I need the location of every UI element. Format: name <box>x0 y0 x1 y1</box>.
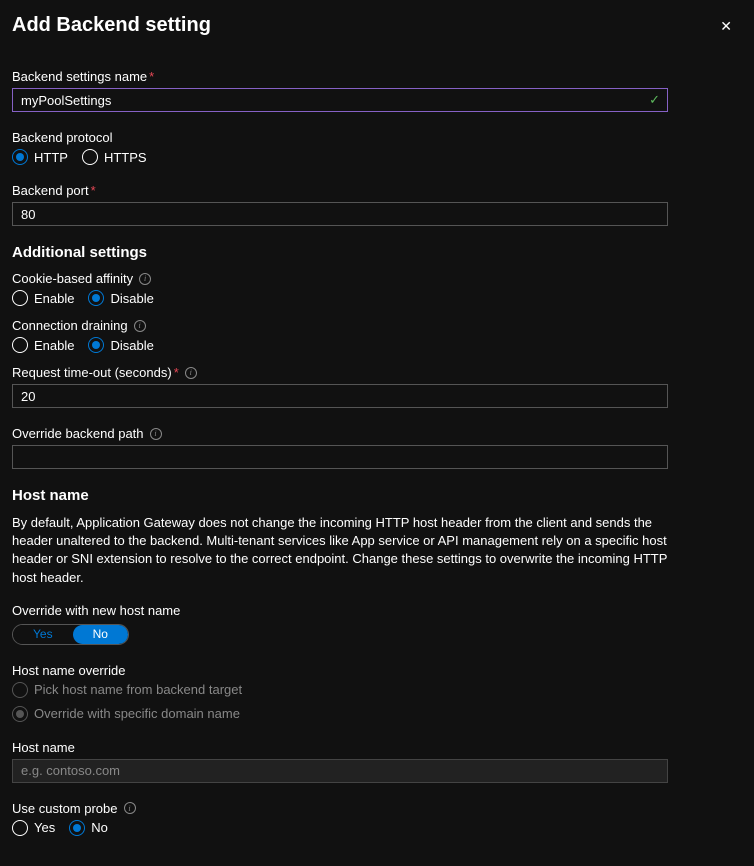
pick-from-backend-radio: Pick host name from backend target <box>12 682 742 698</box>
checkmark-icon: ✓ <box>649 92 660 108</box>
cookie-disable-radio[interactable]: Disable <box>88 290 153 306</box>
backend-port-field: Backend port * <box>12 183 742 226</box>
cookie-disable-label: Disable <box>110 291 153 306</box>
hostname-input <box>12 759 668 783</box>
info-icon[interactable]: i <box>185 367 197 379</box>
pick-from-backend-label: Pick host name from backend target <box>34 682 242 697</box>
panel-title: Add Backend setting <box>12 14 211 37</box>
draining-enable-radio[interactable]: Enable <box>12 337 74 353</box>
radio-icon <box>12 820 28 836</box>
connection-draining-label: Connection draining <box>12 318 128 333</box>
override-backend-path-input[interactable] <box>12 445 668 469</box>
hostname-input-field: Host name <box>12 740 742 783</box>
override-new-hostname-field: Override with new host name Yes No <box>12 603 742 645</box>
additional-settings-heading: Additional settings <box>12 244 742 261</box>
radio-icon <box>12 290 28 306</box>
settings-name-input[interactable] <box>12 88 668 112</box>
probe-yes-radio[interactable]: Yes <box>12 820 55 836</box>
radio-icon <box>88 290 104 306</box>
info-icon[interactable]: i <box>124 802 136 814</box>
protocol-https-radio[interactable]: HTTPS <box>82 149 147 165</box>
specific-domain-radio: Override with specific domain name <box>12 706 742 722</box>
cookie-enable-radio[interactable]: Enable <box>12 290 74 306</box>
hostname-override-field: Host name override Pick host name from b… <box>12 663 742 722</box>
close-icon[interactable]: ✕ <box>716 14 736 39</box>
info-icon[interactable]: i <box>150 428 162 440</box>
settings-name-label: Backend settings name <box>12 69 147 84</box>
custom-probe-label: Use custom probe <box>12 801 118 816</box>
required-marker: * <box>149 69 154 84</box>
info-icon[interactable]: i <box>139 273 151 285</box>
cookie-affinity-field: Cookie-based affinity i Enable Disable <box>12 271 742 306</box>
info-icon[interactable]: i <box>134 320 146 332</box>
panel-content: Backend settings name * ✓ Backend protoc… <box>0 45 754 866</box>
backend-port-input[interactable] <box>12 202 668 226</box>
cookie-enable-label: Enable <box>34 291 74 306</box>
request-timeout-field: Request time-out (seconds) * i <box>12 365 742 408</box>
required-marker: * <box>174 365 179 380</box>
protocol-https-label: HTTPS <box>104 150 147 165</box>
request-timeout-label: Request time-out (seconds) <box>12 365 172 380</box>
protocol-http-label: HTTP <box>34 150 68 165</box>
hostname-input-label: Host name <box>12 740 75 755</box>
radio-icon <box>88 337 104 353</box>
override-new-hostname-toggle[interactable]: Yes No <box>12 624 129 645</box>
required-marker: * <box>91 183 96 198</box>
backend-protocol-label: Backend protocol <box>12 130 112 145</box>
cookie-affinity-label: Cookie-based affinity <box>12 271 133 286</box>
hostname-override-label: Host name override <box>12 663 125 678</box>
backend-port-label: Backend port <box>12 183 89 198</box>
draining-disable-label: Disable <box>110 338 153 353</box>
panel-header: Add Backend setting ✕ <box>0 0 754 45</box>
radio-icon <box>82 149 98 165</box>
draining-disable-radio[interactable]: Disable <box>88 337 153 353</box>
hostname-description: By default, Application Gateway does not… <box>12 514 672 587</box>
radio-icon <box>12 706 28 722</box>
probe-no-label: No <box>91 820 108 835</box>
hostname-heading: Host name <box>12 487 742 504</box>
override-backend-path-label: Override backend path <box>12 426 144 441</box>
override-yes-option[interactable]: Yes <box>13 625 73 644</box>
backend-protocol-field: Backend protocol HTTP HTTPS <box>12 130 742 165</box>
radio-icon <box>69 820 85 836</box>
probe-no-radio[interactable]: No <box>69 820 108 836</box>
override-backend-path-field: Override backend path i <box>12 426 742 469</box>
radio-icon <box>12 149 28 165</box>
draining-enable-label: Enable <box>34 338 74 353</box>
request-timeout-input[interactable] <box>12 384 668 408</box>
protocol-http-radio[interactable]: HTTP <box>12 149 68 165</box>
override-no-option[interactable]: No <box>73 625 128 644</box>
radio-icon <box>12 682 28 698</box>
settings-name-field: Backend settings name * ✓ <box>12 69 742 112</box>
specific-domain-label: Override with specific domain name <box>34 706 240 721</box>
connection-draining-field: Connection draining i Enable Disable <box>12 318 742 353</box>
radio-icon <box>12 337 28 353</box>
override-new-hostname-label: Override with new host name <box>12 603 180 618</box>
probe-yes-label: Yes <box>34 820 55 835</box>
